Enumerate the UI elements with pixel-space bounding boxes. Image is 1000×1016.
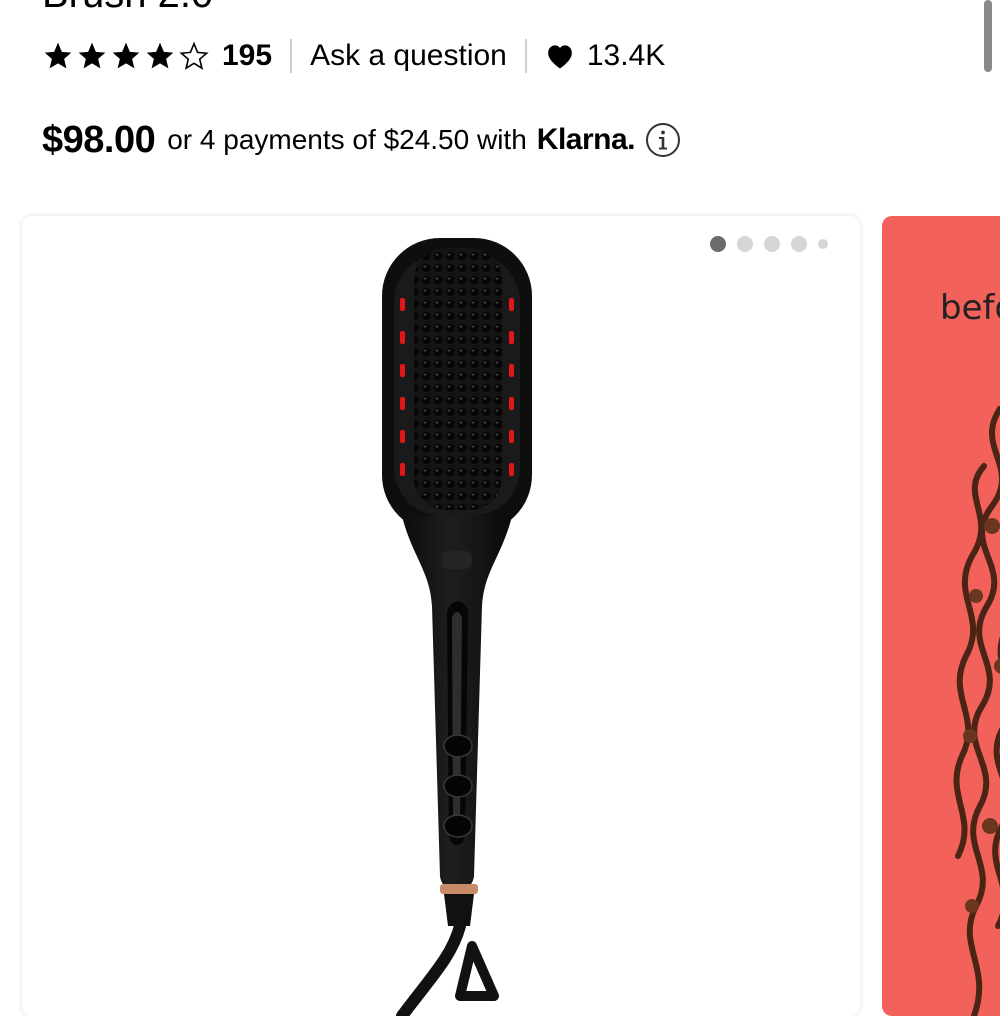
star-filled-icon <box>44 42 72 69</box>
next-slide-preview[interactable]: before <box>882 216 1000 1016</box>
carousel-dot[interactable] <box>791 236 807 252</box>
product-image-card[interactable] <box>22 216 860 1016</box>
star-rating[interactable]: 195 <box>42 39 272 73</box>
loves-count: 13.4K <box>586 39 666 72</box>
carousel-dot[interactable] <box>818 239 828 249</box>
info-icon[interactable] <box>645 122 681 158</box>
star-filled-icon <box>78 42 106 69</box>
product-meta-row: 195 Ask a question 13.4K <box>42 36 665 76</box>
page-scrollbar[interactable] <box>984 0 992 72</box>
star-empty-icon <box>179 41 209 70</box>
divider <box>290 39 293 73</box>
heart-icon <box>547 45 572 69</box>
carousel-pagination <box>710 236 828 252</box>
product-price: $98.00 <box>42 118 156 161</box>
loves-button[interactable]: 13.4K <box>545 39 665 73</box>
slide-caption: before <box>940 288 1000 328</box>
ask-question-link[interactable]: Ask a question <box>310 39 507 73</box>
straightening-brush-image <box>382 238 532 1016</box>
review-count[interactable]: 195 <box>222 39 272 73</box>
product-title: Brush 2.0 <box>42 0 213 17</box>
carousel-dot[interactable] <box>737 236 753 252</box>
installment-text: or 4 payments of $24.50 with <box>167 124 527 155</box>
divider <box>524 39 527 73</box>
price-row: $98.00 or 4 payments of $24.50 with Klar… <box>42 118 681 162</box>
carousel-dot[interactable] <box>764 236 780 252</box>
model-curly-hair-image <box>953 406 1000 1016</box>
klarna-logo: Klarna. <box>536 123 636 156</box>
carousel-dot-active[interactable] <box>710 236 726 252</box>
star-filled-icon <box>146 42 174 69</box>
star-filled-icon <box>112 42 140 69</box>
